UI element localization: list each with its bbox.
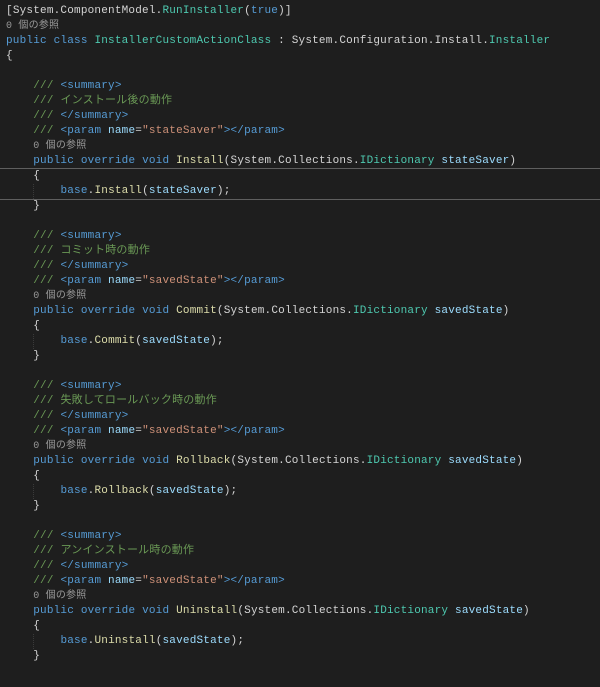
code-line xyxy=(6,214,594,229)
code-line: /// <summary> xyxy=(6,379,594,394)
code-line: { xyxy=(6,619,594,634)
code-line: 0 個の参照 xyxy=(6,19,594,34)
code-line: /// <summary> xyxy=(6,529,594,544)
code-line: /// <summary> xyxy=(6,79,594,94)
code-line: /// <param name="savedState"></param> xyxy=(6,424,594,439)
method-name: Uninstall xyxy=(176,605,237,617)
code-line: public override void Commit(System.Colle… xyxy=(6,304,594,319)
code-line: /// <param name="savedState"></param> xyxy=(6,574,594,589)
code-line xyxy=(6,364,594,379)
code-line: 0 個の参照 xyxy=(6,289,594,304)
code-line: /// インストール後の動作 xyxy=(6,94,594,109)
doc-summary-text: インストール後の動作 xyxy=(60,95,172,107)
method-name: Rollback xyxy=(176,455,230,467)
code-line: { xyxy=(6,319,594,334)
code-block: [System.ComponentModel.RunInstaller(true… xyxy=(0,0,600,683)
code-line: /// </summary> xyxy=(6,109,594,124)
code-line: } xyxy=(6,199,594,214)
code-line: /// </summary> xyxy=(6,409,594,424)
code-line: /// <summary> xyxy=(6,229,594,244)
code-line: /// </summary> xyxy=(6,259,594,274)
codelens-references[interactable]: 0 個の参照 xyxy=(33,441,86,452)
code-line: 0 個の参照 xyxy=(6,139,594,154)
code-line: base.Commit(savedState); xyxy=(6,334,594,349)
code-line: 0 個の参照 xyxy=(6,439,594,454)
code-line: { xyxy=(6,469,594,484)
codelens-references[interactable]: 0 個の参照 xyxy=(33,591,86,602)
code-line: { xyxy=(6,49,594,64)
codelens-references[interactable]: 0 個の参照 xyxy=(33,141,86,152)
codelens-references[interactable]: 0 個の参照 xyxy=(6,21,59,32)
code-line: { xyxy=(6,169,594,184)
code-line: base.Rollback(savedState); xyxy=(6,484,594,499)
code-line xyxy=(6,514,594,529)
codelens-references[interactable]: 0 個の参照 xyxy=(33,291,86,302)
code-line: } xyxy=(6,349,594,364)
code-line: public class InstallerCustomActionClass … xyxy=(6,34,594,49)
code-line: } xyxy=(6,649,594,664)
code-line: base.Install(stateSaver); xyxy=(6,184,594,199)
method-name: Commit xyxy=(176,305,217,317)
doc-summary-text: コミット時の動作 xyxy=(60,245,150,257)
code-line: public override void Rollback(System.Col… xyxy=(6,454,594,469)
code-line: base.Uninstall(savedState); xyxy=(6,634,594,649)
code-line: /// アンインストール時の動作 xyxy=(6,544,594,559)
code-line: } xyxy=(6,499,594,514)
code-line: /// コミット時の動作 xyxy=(6,244,594,259)
code-line: [System.ComponentModel.RunInstaller(true… xyxy=(6,4,594,19)
class-name: InstallerCustomActionClass xyxy=(94,35,271,47)
code-line xyxy=(6,664,594,679)
doc-summary-text: アンインストール時の動作 xyxy=(60,545,194,557)
code-line: /// <param name="savedState"></param> xyxy=(6,274,594,289)
code-line: 0 個の参照 xyxy=(6,589,594,604)
code-line xyxy=(6,64,594,79)
method-name: Install xyxy=(176,155,224,167)
code-line: public override void Install(System.Coll… xyxy=(6,154,594,169)
code-line: /// </summary> xyxy=(6,559,594,574)
doc-summary-text: 失敗してロールバック時の動作 xyxy=(60,395,216,407)
code-line: /// <param name="stateSaver"></param> xyxy=(6,124,594,139)
code-line: /// 失敗してロールバック時の動作 xyxy=(6,394,594,409)
code-line: public override void Uninstall(System.Co… xyxy=(6,604,594,619)
